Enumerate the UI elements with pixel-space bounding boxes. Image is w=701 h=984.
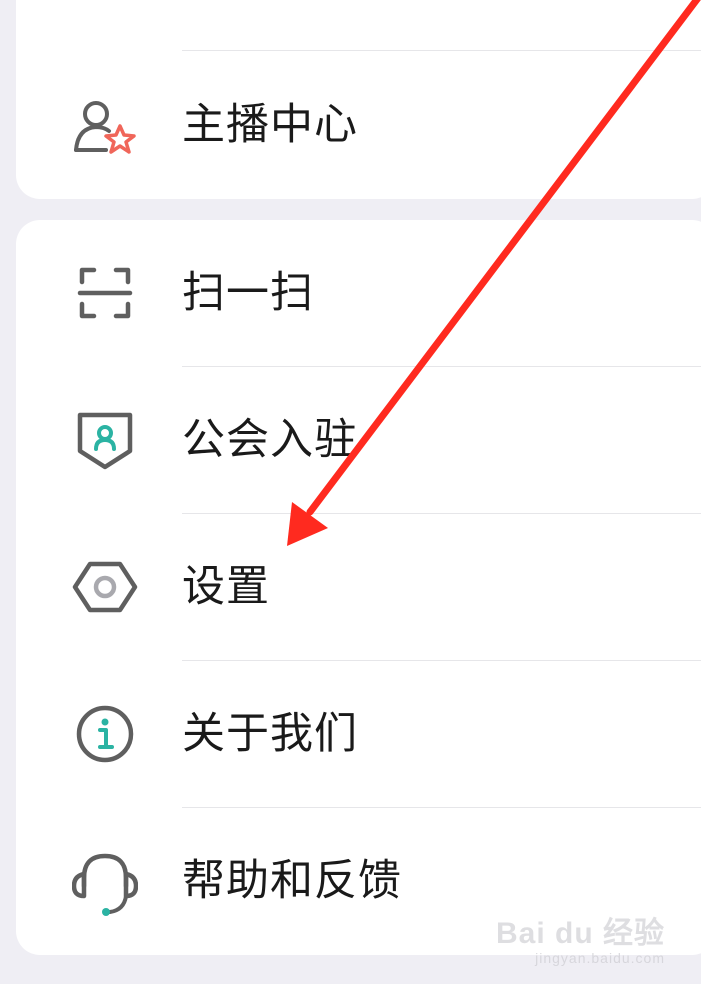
watermark-brand: Bai du 经验 bbox=[495, 917, 665, 950]
menu-item-label: 公会入驻 bbox=[182, 415, 358, 465]
menu-item-guild-join[interactable]: 公会入驻 bbox=[16, 367, 701, 513]
menu-item-scan[interactable]: 扫一扫 bbox=[16, 220, 701, 366]
menu-item-settings[interactable]: 设置 bbox=[16, 514, 701, 660]
headset-icon bbox=[72, 850, 138, 916]
watermark-url: jingyan.baidu.com bbox=[535, 950, 665, 966]
menu-item-label: 扫一扫 bbox=[182, 268, 314, 318]
menu-card-main: 扫一扫 公会入驻 设置 关于我们 帮助和反馈 bbox=[16, 220, 701, 955]
scan-icon bbox=[72, 262, 138, 324]
info-icon bbox=[72, 703, 138, 765]
menu-item-label: 关于我们 bbox=[182, 709, 358, 759]
menu-item-anchor-center[interactable]: 主播中心 bbox=[16, 52, 701, 198]
divider bbox=[182, 50, 701, 51]
settings-hexagon-icon bbox=[72, 556, 138, 618]
menu-item-about-us[interactable]: 关于我们 bbox=[16, 661, 701, 807]
guild-shield-icon bbox=[72, 409, 138, 471]
menu-item-label: 设置 bbox=[182, 562, 270, 612]
menu-item-label: 帮助和反馈 bbox=[182, 856, 402, 906]
menu-card-top: ... 主播中心 bbox=[16, 0, 701, 199]
menu-item-label: 主播中心 bbox=[182, 100, 358, 150]
anchor-star-icon bbox=[72, 94, 138, 156]
baidu-jingyan-watermark: Bai du 经验 jingyan.baidu.com bbox=[496, 908, 665, 966]
